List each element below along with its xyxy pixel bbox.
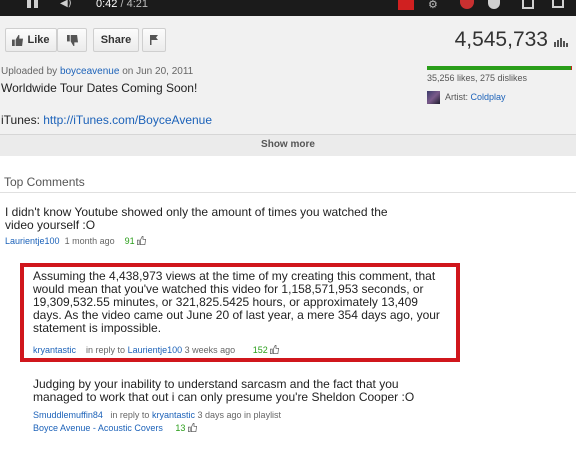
fullscreen-icon[interactable] bbox=[552, 0, 564, 8]
stats-icon[interactable] bbox=[554, 37, 568, 47]
reply-prefix: in reply to bbox=[86, 345, 126, 355]
comment-text: Judging by your inability to understand … bbox=[33, 377, 415, 404]
comments-header: Top Comments bbox=[4, 175, 85, 189]
description-text: Worldwide Tour Dates Coming Soon! bbox=[1, 81, 198, 95]
description-panel: Uploaded by boyceavenue on Jun 20, 2011 … bbox=[0, 66, 576, 134]
comment-author-link[interactable]: Smuddlemuffin84 bbox=[33, 410, 103, 420]
comment-meta: Laurientje100 1 month ago 91 bbox=[5, 236, 147, 246]
comment-score: 13 bbox=[175, 423, 186, 433]
comment-text: I didn't know Youtube showed only the am… bbox=[5, 205, 388, 232]
pause-button[interactable] bbox=[24, 0, 40, 8]
artist-label: Artist: bbox=[445, 92, 471, 102]
time-readout: 0:42 / 4:21 bbox=[96, 0, 148, 10]
artist-thumbnail bbox=[427, 91, 440, 104]
comment-meta: kryantastic in reply to Laurientje100 3 … bbox=[33, 345, 280, 355]
flag-button[interactable] bbox=[142, 28, 166, 52]
ratings-text: 35,256 likes, 275 dislikes bbox=[427, 73, 528, 83]
comment-text: Assuming the 4,438,973 views at the time… bbox=[33, 269, 440, 335]
uploader-link[interactable]: boyceavenue bbox=[60, 66, 120, 77]
dislike-button[interactable] bbox=[57, 28, 87, 52]
comment-time: 3 weeks ago bbox=[184, 345, 236, 355]
artist-line: Artist: Coldplay bbox=[445, 92, 506, 102]
player-control-bar: ◀) 0:42 / 4:21 ⚙ bbox=[0, 0, 576, 16]
comment-score: 91 bbox=[124, 236, 135, 246]
itunes-line: iTunes: http://iTunes.com/BoyceAvenue bbox=[1, 113, 212, 127]
like-ratio-bar bbox=[427, 66, 572, 70]
likes-bar bbox=[427, 66, 571, 70]
comment-time: 3 days ago bbox=[197, 410, 242, 420]
comments-divider bbox=[0, 192, 576, 193]
comment-author-link[interactable]: Laurientje100 bbox=[5, 236, 60, 246]
gear-icon[interactable]: ⚙ bbox=[428, 0, 442, 10]
playlist-prefix: in playlist bbox=[244, 410, 282, 420]
like-label: Like bbox=[27, 34, 50, 46]
time-separator: / bbox=[117, 0, 127, 10]
comment-meta-continued: Boyce Avenue - Acoustic Covers 13 bbox=[33, 423, 197, 433]
reply-prefix: in reply to bbox=[110, 410, 150, 420]
playlist-link[interactable]: Boyce Avenue - Acoustic Covers bbox=[33, 423, 163, 433]
like-button[interactable]: Like bbox=[5, 28, 57, 52]
show-more-button[interactable]: Show more bbox=[0, 134, 576, 156]
thumbs-up-icon[interactable] bbox=[270, 345, 280, 354]
artist-link[interactable]: Coldplay bbox=[471, 92, 506, 102]
comment-score: 152 bbox=[252, 345, 268, 355]
thumbs-up-icon bbox=[12, 34, 24, 46]
watch-later-icon[interactable] bbox=[488, 0, 500, 9]
view-count: 4,545,733 bbox=[454, 28, 548, 51]
volume-icon[interactable]: ◀) bbox=[60, 0, 82, 9]
comment-author-link[interactable]: kryantastic bbox=[33, 345, 76, 355]
upload-date: on Jun 20, 2011 bbox=[119, 66, 194, 77]
thumbs-up-icon[interactable] bbox=[187, 423, 197, 432]
current-time: 0:42 bbox=[96, 0, 118, 10]
uploaded-prefix: Uploaded by bbox=[1, 66, 60, 77]
popout-icon[interactable] bbox=[522, 0, 534, 9]
thumbs-up-icon[interactable] bbox=[137, 236, 147, 245]
duration: 4:21 bbox=[126, 0, 149, 10]
dislikes-bar bbox=[570, 66, 572, 70]
comment-meta: Smuddlemuffin84 in reply to kryantastic … bbox=[33, 410, 281, 420]
share-button[interactable]: Share bbox=[93, 28, 139, 52]
reply-to-link[interactable]: Laurientje100 bbox=[128, 345, 183, 355]
uploaded-info: Uploaded by boyceavenue on Jun 20, 2011 bbox=[1, 66, 193, 77]
itunes-label: iTunes: bbox=[1, 113, 44, 127]
quality-icon[interactable] bbox=[460, 0, 474, 9]
thumbs-down-icon bbox=[66, 34, 78, 46]
flag-icon bbox=[150, 35, 158, 46]
reply-to-link[interactable]: kryantastic bbox=[152, 410, 195, 420]
itunes-link[interactable]: http://iTunes.com/BoyceAvenue bbox=[43, 113, 212, 127]
action-row: Like Share 4,545,733 bbox=[0, 16, 576, 66]
annotations-icon[interactable] bbox=[398, 0, 414, 10]
comment-time: 1 month ago bbox=[64, 236, 115, 246]
